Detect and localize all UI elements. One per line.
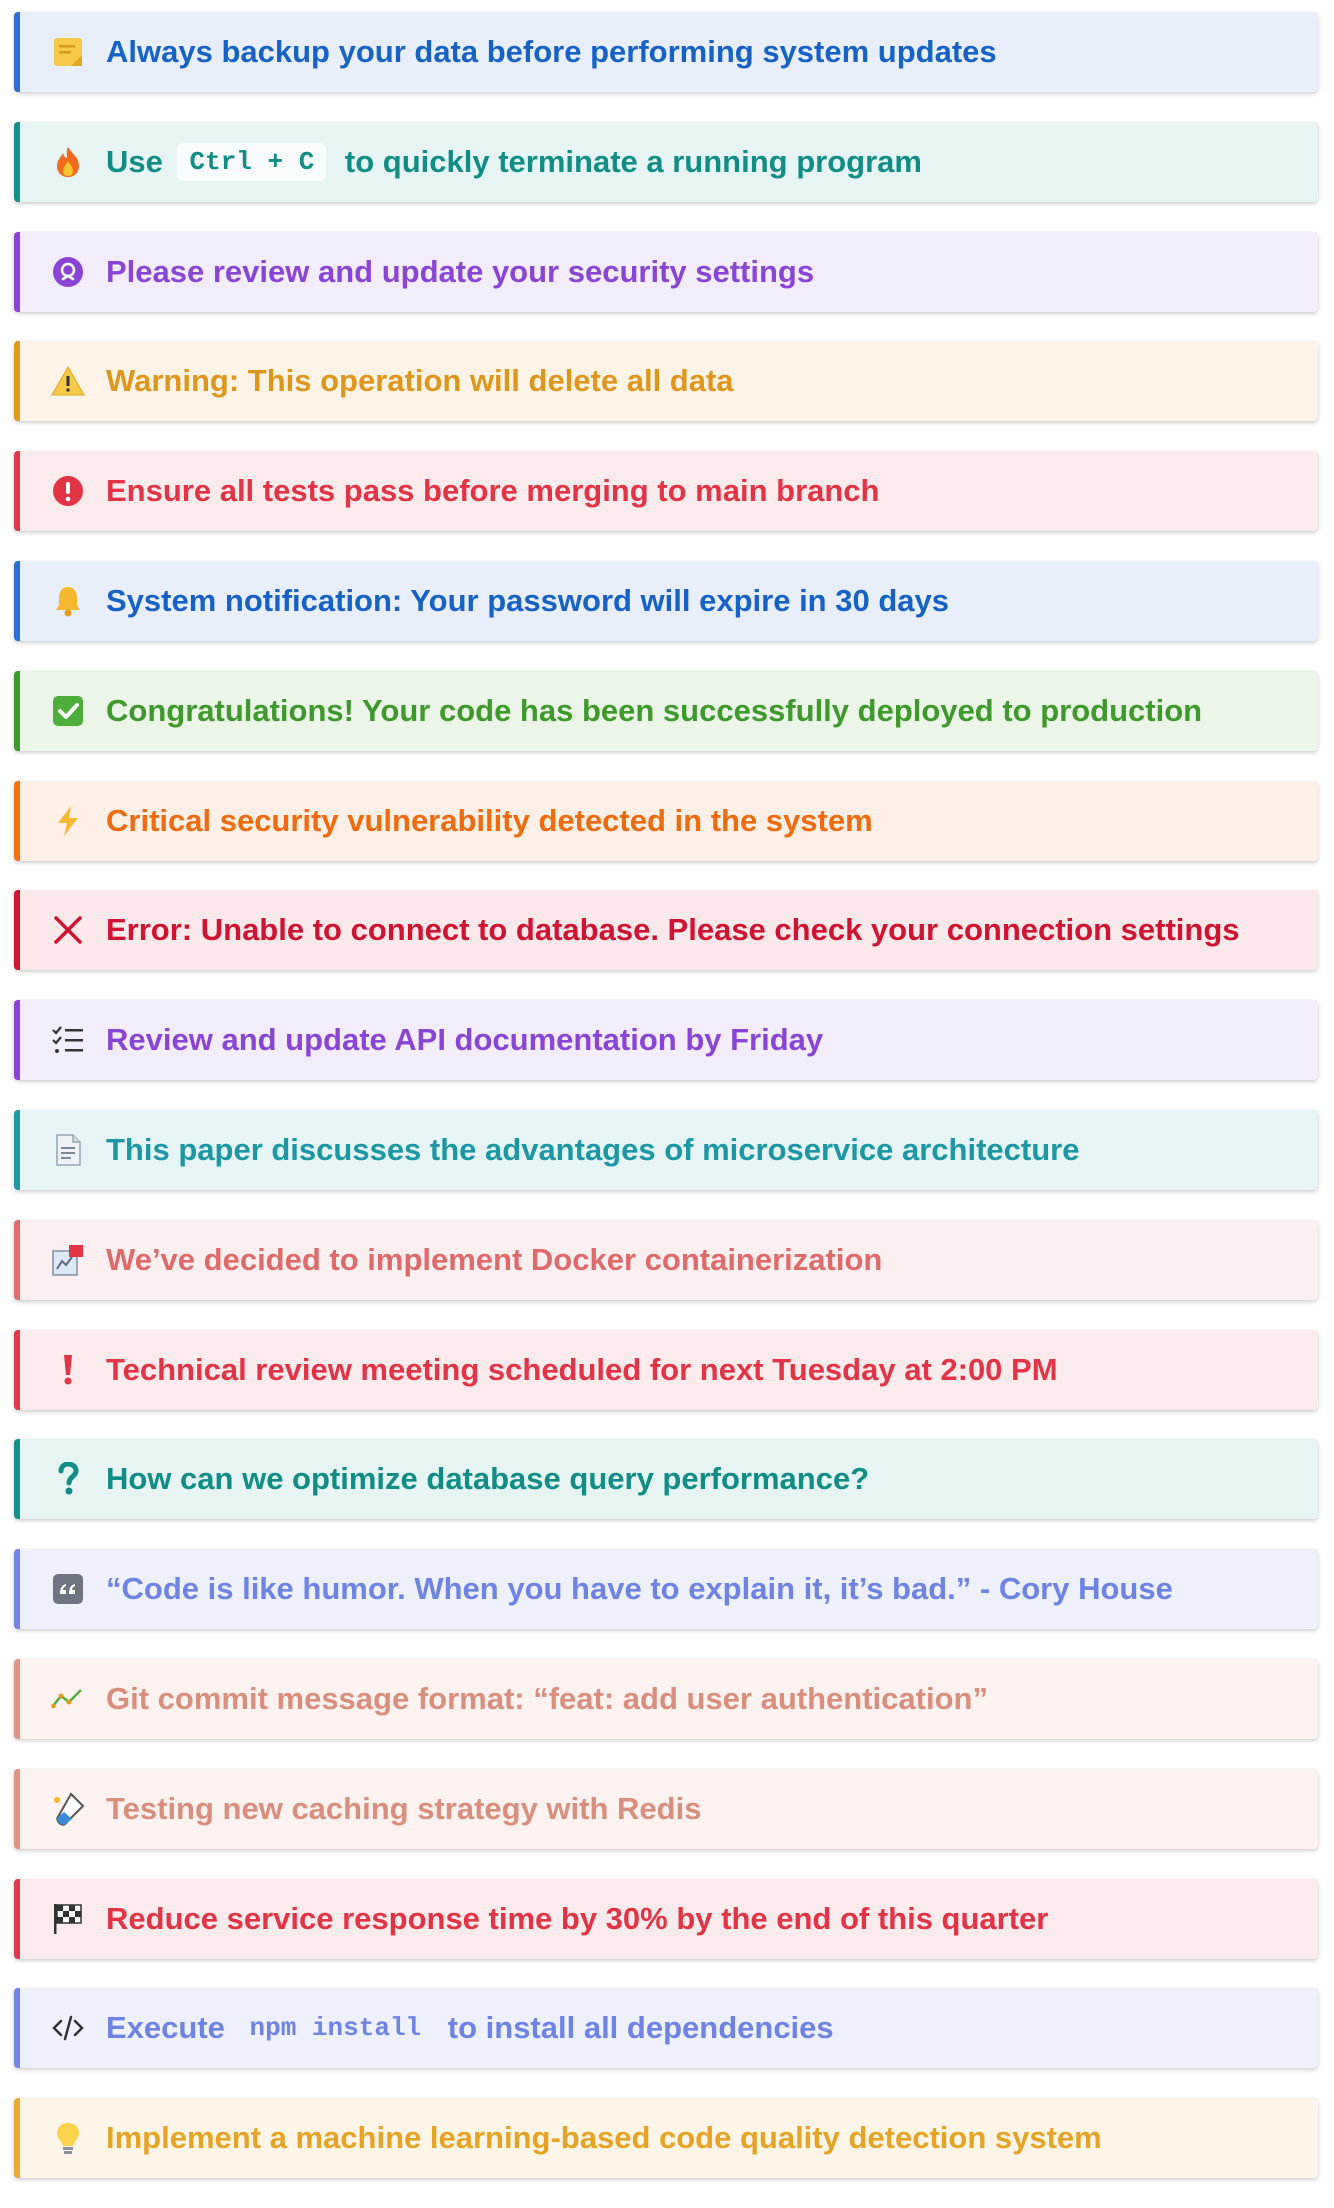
callout-text-segment: to install all dependencies (439, 2010, 834, 2046)
callout-text-segment: Technical review meeting scheduled for n… (106, 1351, 1058, 1387)
callout-text: Please review and update your security s… (106, 254, 814, 290)
callout-text: Congratulations! Your code has been succ… (106, 693, 1202, 729)
callout-text: Critical security vulnerability detected… (106, 803, 873, 839)
callout-idea: Implement a machine learning-based code … (14, 2098, 1318, 2179)
callout-text: Execute npm install to install all depen… (106, 2009, 834, 2047)
callout-example: Git commit message format: “feat: add us… (14, 1658, 1318, 1739)
callout-text-segment: System notification: Your password will … (106, 582, 949, 618)
callout-goal: Reduce service response time by 30% by t… (14, 1878, 1318, 1959)
memo-icon (50, 34, 86, 70)
callout-text-segment: We’ve decided to implement Docker contai… (106, 1241, 883, 1277)
callout-text: How can we optimize database query perfo… (106, 1461, 869, 1497)
callout-text: Review and update API documentation by F… (106, 1022, 823, 1058)
callout-text: System notification: Your password will … (106, 583, 949, 619)
cross-icon (50, 912, 86, 948)
quote-icon (50, 1571, 86, 1607)
callout-text: Error: Unable to connect to database. Pl… (106, 912, 1240, 948)
callout-experiment: Testing new caching strategy with Redis (14, 1768, 1318, 1849)
callout-text-segment: Git commit message format: “feat: add us… (106, 1680, 988, 1716)
callout-text: Ensure all tests pass before merging to … (106, 473, 880, 509)
callout-note: Always backup your data before performin… (14, 12, 1318, 92)
callout-text-segment: Congratulations! Your code has been succ… (106, 692, 1203, 728)
callout-text-segment: Please review and update your security s… (106, 253, 815, 289)
callout-text-segment: Always backup your data before performin… (106, 34, 997, 69)
callout-text-segment: Warning: This operation will delete all … (106, 363, 734, 399)
callout-text: This paper discusses the advantages of m… (106, 1132, 1079, 1168)
callout-text-segment: Error: Unable to connect to database. Pl… (106, 912, 1240, 948)
callout-text: We’ve decided to implement Docker contai… (106, 1242, 882, 1278)
callout-code: Execute npm install to install all depen… (14, 1988, 1318, 2069)
callout-attention: Technical review meeting scheduled for n… (14, 1329, 1318, 1410)
callout-text-segment: to quickly terminate a running program (336, 143, 922, 179)
callout-text-segment: Testing new caching strategy with Redis (106, 1790, 702, 1826)
callout-text-segment: Critical security vulnerability detected… (106, 802, 873, 838)
lightning-icon (50, 803, 86, 839)
callout-list: Always backup your data before performin… (14, 12, 1318, 2208)
callout-text-segment: How can we optimize database query perfo… (106, 1461, 870, 1497)
callout-warning: Warning: This operation will delete all … (14, 341, 1318, 422)
callout-question: How can we optimize database query perfo… (14, 1439, 1318, 1520)
callout-text-segment: “Code is like humor. When you have to ex… (106, 1571, 1173, 1607)
callout-text: Git commit message format: “feat: add us… (106, 1681, 988, 1717)
flowchart-icon (50, 1242, 86, 1278)
callout-text-segment: This paper discusses the advantages of m… (106, 1131, 1080, 1167)
callout-text: Use Ctrl + C to quickly terminate a runn… (106, 142, 922, 181)
callout-text: Implement a machine learning-based code … (106, 2120, 1102, 2156)
lightbulb-icon (50, 2120, 86, 2156)
shield-icon (50, 254, 86, 290)
exclamation-icon (50, 1352, 86, 1388)
checklist-icon (50, 1022, 86, 1058)
callout-text: Reduce service response time by 30% by t… (106, 1901, 1048, 1937)
callout-error: Error: Unable to connect to database. Pl… (14, 890, 1318, 971)
callout-text-segment: Use (106, 143, 172, 179)
test-tube-icon (50, 1791, 86, 1827)
callout-success: Congratulations! Your code has been succ… (14, 670, 1318, 751)
callout-text: “Code is like humor. When you have to ex… (106, 1571, 1173, 1607)
callout-text-segment: Reduce service response time by 30% by t… (106, 1900, 1049, 1936)
exclamation-circle-icon (50, 473, 86, 509)
inline-code: Ctrl + C (177, 142, 327, 181)
callout-tip: Use Ctrl + C to quickly terminate a runn… (14, 121, 1318, 202)
callout-important: Please review and update your security s… (14, 231, 1318, 312)
inline-code: npm install (249, 2013, 422, 2044)
callout-notification: System notification: Your password will … (14, 560, 1318, 641)
question-icon (50, 1461, 86, 1497)
callout-todo: Review and update API documentation by F… (14, 1000, 1318, 1081)
fire-icon (50, 144, 86, 180)
warning-icon (50, 363, 86, 399)
callout-text-segment: Implement a machine learning-based code … (106, 2120, 1102, 2156)
callout-caution: Ensure all tests pass before merging to … (14, 451, 1318, 532)
callout-text: Technical review meeting scheduled for n… (106, 1352, 1058, 1388)
callout-decision: We’ve decided to implement Docker contai… (14, 1219, 1318, 1300)
callout-text: Always backup your data before performin… (106, 34, 997, 70)
bell-icon (50, 583, 86, 619)
callout-text-segment: Execute (106, 2010, 234, 2046)
trend-icon (50, 1681, 86, 1717)
checkered-flag-icon (50, 1901, 86, 1937)
callout-text: Warning: This operation will delete all … (106, 363, 734, 399)
callout-danger: Critical security vulnerability detected… (14, 780, 1318, 861)
callout-text-segment: Review and update API documentation by F… (106, 1022, 824, 1058)
callout-quote: “Code is like humor. When you have to ex… (14, 1549, 1318, 1630)
check-box-icon (50, 693, 86, 729)
callout-abstract: This paper discusses the advantages of m… (14, 1109, 1318, 1190)
code-icon (50, 2010, 86, 2046)
callout-text: Testing new caching strategy with Redis (106, 1791, 701, 1827)
document-icon (50, 1132, 86, 1168)
callout-text-segment: Ensure all tests pass before merging to … (106, 473, 880, 509)
